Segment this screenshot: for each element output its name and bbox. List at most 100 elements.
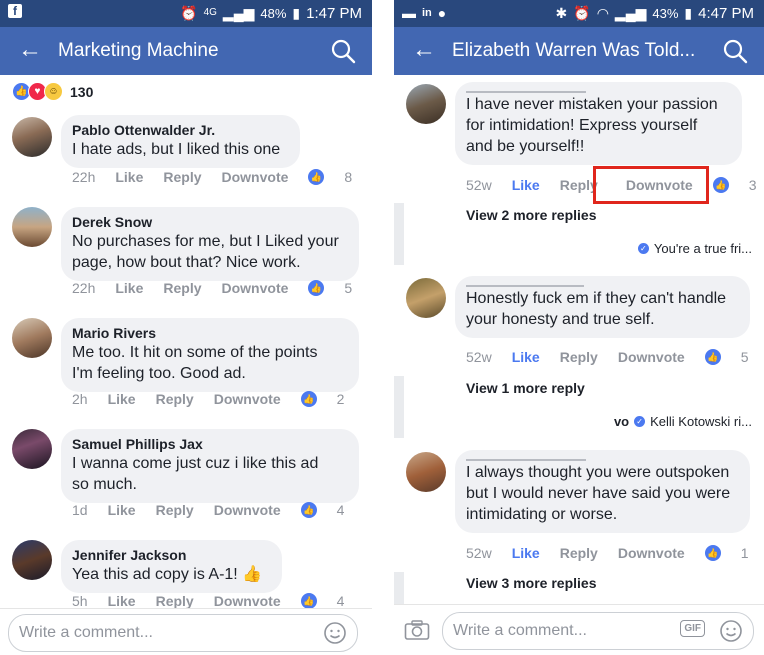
reply-button[interactable]: Reply bbox=[156, 502, 194, 518]
like-button[interactable]: Like bbox=[512, 545, 540, 561]
comment-bubble: I always thought you were outspoken but … bbox=[455, 450, 750, 533]
battery-icon: ▮ bbox=[292, 5, 301, 21]
back-arrow-icon[interactable]: ← bbox=[412, 37, 436, 63]
avatar[interactable] bbox=[12, 540, 52, 580]
comment-input[interactable]: Write a comment... GIF bbox=[442, 612, 754, 650]
avatar[interactable] bbox=[12, 429, 52, 469]
avatar[interactable] bbox=[12, 117, 52, 157]
commenter-name[interactable]: Jennifer Jackson bbox=[72, 547, 270, 564]
reply-button[interactable]: Reply bbox=[560, 545, 598, 561]
clock: 1:47 PM bbox=[306, 4, 362, 22]
emoji-icon[interactable] bbox=[323, 621, 347, 645]
downvote-button[interactable]: Downvote bbox=[222, 169, 289, 185]
comment-text-line: No purchases for me, but I Liked your bbox=[72, 233, 339, 250]
avatar[interactable] bbox=[12, 318, 52, 358]
thumbs-up-icon: 👍 bbox=[704, 545, 721, 561]
timestamp: 52w bbox=[466, 545, 492, 561]
like-button[interactable]: Like bbox=[108, 502, 136, 518]
thumbs-up-icon: 👍 bbox=[308, 280, 325, 296]
like-count-value: 4 bbox=[336, 502, 345, 518]
view-more-replies[interactable]: View 2 more replies bbox=[466, 207, 596, 223]
thumbs-up-icon: 👍 bbox=[704, 349, 721, 365]
comment-text-line: Honestly fuck em if they can't handle bbox=[466, 290, 727, 307]
like-count[interactable]: 👍 5 bbox=[704, 349, 764, 365]
left-phone-screen: f ⏰ 4G ▂▄▆ 48% ▮ 1:47 PM ← Marketing Mac… bbox=[0, 0, 372, 655]
avatar[interactable] bbox=[406, 84, 446, 124]
downvote-button[interactable]: Downvote bbox=[214, 502, 281, 518]
search-icon[interactable] bbox=[722, 38, 748, 64]
chat-icon: ● bbox=[437, 5, 447, 21]
comment-text-line: for intimidation! Express yourself bbox=[466, 117, 698, 134]
battery-percent: 48% bbox=[260, 5, 287, 21]
thumbs-up-icon: 👍 bbox=[300, 391, 317, 407]
comment-text-line: page, how bout that? Nice work. bbox=[72, 254, 301, 271]
downvote-button[interactable]: Downvote bbox=[618, 349, 685, 365]
like-button[interactable]: Like bbox=[108, 593, 136, 609]
reply-button[interactable]: Reply bbox=[163, 280, 201, 296]
avatar[interactable] bbox=[406, 278, 446, 318]
like-button[interactable]: Like bbox=[108, 391, 136, 407]
like-count-value: 8 bbox=[344, 169, 353, 185]
like-count-value: 4 bbox=[336, 593, 345, 609]
comment-actions: 52w Like Reply Downvote 👍 1 bbox=[466, 545, 764, 561]
back-arrow-icon[interactable]: ← bbox=[18, 37, 42, 63]
emoji-icon[interactable] bbox=[719, 619, 743, 643]
comment-actions: 52w Like Reply Downvote 👍 5 bbox=[466, 349, 764, 365]
commenter-name[interactable]: Pablo Ottenwalder Jr. bbox=[72, 122, 288, 139]
comment-placeholder: Write a comment... bbox=[453, 622, 587, 639]
reply-thread-strip bbox=[394, 203, 404, 265]
reply-preview-text: You're a true fri... bbox=[653, 241, 752, 256]
comment-placeholder: Write a comment... bbox=[19, 624, 153, 641]
messages-icon: ▬ bbox=[402, 5, 416, 21]
reaction-summary[interactable]: 👍 ♥ ☺ 130 bbox=[12, 82, 93, 101]
comment-bubble: Jennifer Jackson Yea this ad copy is A-1… bbox=[61, 540, 282, 593]
downvote-button[interactable]: Downvote bbox=[214, 391, 281, 407]
like-count[interactable]: 👍 5 bbox=[308, 280, 372, 296]
redacted-name bbox=[466, 279, 584, 287]
comment-input[interactable]: Write a comment... bbox=[8, 614, 358, 652]
downvote-button[interactable]: Downvote bbox=[222, 280, 289, 296]
like-count-value: 5 bbox=[740, 349, 749, 365]
view-more-replies[interactable]: View 3 more replies bbox=[466, 575, 596, 591]
reply-thread-strip bbox=[394, 572, 404, 608]
facebook-notification-icon: f bbox=[8, 4, 22, 18]
commenter-name[interactable]: Mario Rivers bbox=[72, 325, 347, 342]
commenter-name[interactable]: Derek Snow bbox=[72, 214, 347, 231]
comment-text-line: I wanna come just cuz i like this ad bbox=[72, 455, 319, 472]
reply-button[interactable]: Reply bbox=[156, 391, 194, 407]
downvote-button[interactable]: Downvote bbox=[214, 593, 281, 609]
gif-button[interactable]: GIF bbox=[680, 620, 705, 637]
avatar[interactable] bbox=[12, 207, 52, 247]
reply-preview[interactable]: ✓ You're a true fri... bbox=[637, 241, 752, 256]
reply-button[interactable]: Reply bbox=[163, 169, 201, 185]
like-count[interactable]: 👍 4 bbox=[300, 502, 365, 518]
like-button[interactable]: Like bbox=[512, 177, 540, 193]
like-button[interactable]: Like bbox=[115, 169, 143, 185]
timestamp: 5h bbox=[72, 593, 88, 609]
like-count[interactable]: 👍 4 bbox=[300, 593, 365, 609]
comment-composer: Write a comment... GIF bbox=[394, 604, 764, 655]
comment-actions: 2h Like Reply Downvote 👍 2 bbox=[72, 391, 364, 407]
avatar[interactable] bbox=[406, 452, 446, 492]
downvote-button[interactable]: Downvote bbox=[618, 545, 685, 561]
reaction-count: 130 bbox=[70, 83, 94, 100]
commenter-name[interactable]: Samuel Phillips Jax bbox=[72, 436, 347, 453]
like-count[interactable]: 👍 1 bbox=[704, 545, 764, 561]
signal-icon: ▂▄▆ bbox=[614, 5, 647, 21]
like-count[interactable]: 👍 3 bbox=[712, 177, 764, 193]
like-button[interactable]: Like bbox=[115, 280, 143, 296]
reply-thread-strip bbox=[394, 376, 404, 438]
reply-button[interactable]: Reply bbox=[560, 349, 598, 365]
reply-button[interactable]: Reply bbox=[156, 593, 194, 609]
like-count[interactable]: 👍 8 bbox=[308, 169, 372, 185]
reply-preview[interactable]: vo ✓ Kelli Kotowski ri... bbox=[614, 414, 752, 429]
like-count-value: 1 bbox=[740, 545, 749, 561]
network-type: 4G bbox=[203, 7, 217, 18]
haha-reaction-icon: ☺ bbox=[44, 82, 63, 101]
wifi-icon: ◠ bbox=[596, 5, 609, 21]
like-button[interactable]: Like bbox=[512, 349, 540, 365]
like-count[interactable]: 👍 2 bbox=[300, 391, 365, 407]
view-more-replies[interactable]: View 1 more reply bbox=[466, 380, 585, 396]
search-icon[interactable] bbox=[330, 38, 356, 64]
camera-icon[interactable] bbox=[404, 619, 430, 641]
